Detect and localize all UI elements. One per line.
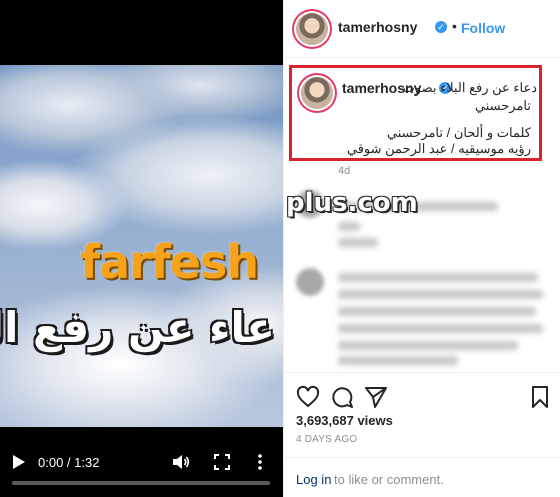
video-player[interactable]: farfesh عاء عن رفع البـ 0:00 / 1:32 [0, 0, 283, 497]
post-panel: tamerhosny ✓ • Follow tamerhosny ✓ دعاء … [283, 0, 560, 497]
video-progress-bar[interactable] [12, 481, 270, 485]
blurred-comment [284, 0, 560, 372]
bookmark-icon[interactable] [528, 385, 552, 409]
login-link[interactable]: Log in [296, 472, 331, 487]
video-frame[interactable]: farfesh عاء عن رفع البـ [0, 65, 283, 427]
comment-icon[interactable] [330, 385, 354, 409]
play-icon[interactable] [12, 454, 26, 470]
comment-bar: Log in to like or comment. [284, 457, 560, 497]
farfesh-watermark: farfesh [80, 235, 259, 289]
video-arabic-title: عاء عن رفع البـ [0, 303, 275, 352]
more-options-icon[interactable] [256, 453, 264, 471]
post-date: 4 DAYS AGO [296, 434, 358, 445]
plus-com-watermark: plus.com [286, 188, 418, 218]
fullscreen-icon[interactable] [214, 454, 230, 470]
video-time: 0:00 / 1:32 [38, 455, 100, 470]
video-controls: 0:00 / 1:32 [0, 444, 283, 480]
heart-icon[interactable] [296, 385, 320, 409]
login-prompt-text: to like or comment. [334, 472, 444, 487]
volume-icon[interactable] [172, 454, 190, 470]
views-count: 3,693,687 views [296, 413, 393, 428]
share-icon[interactable] [364, 385, 388, 409]
blurred-comment-avatar [296, 268, 324, 296]
